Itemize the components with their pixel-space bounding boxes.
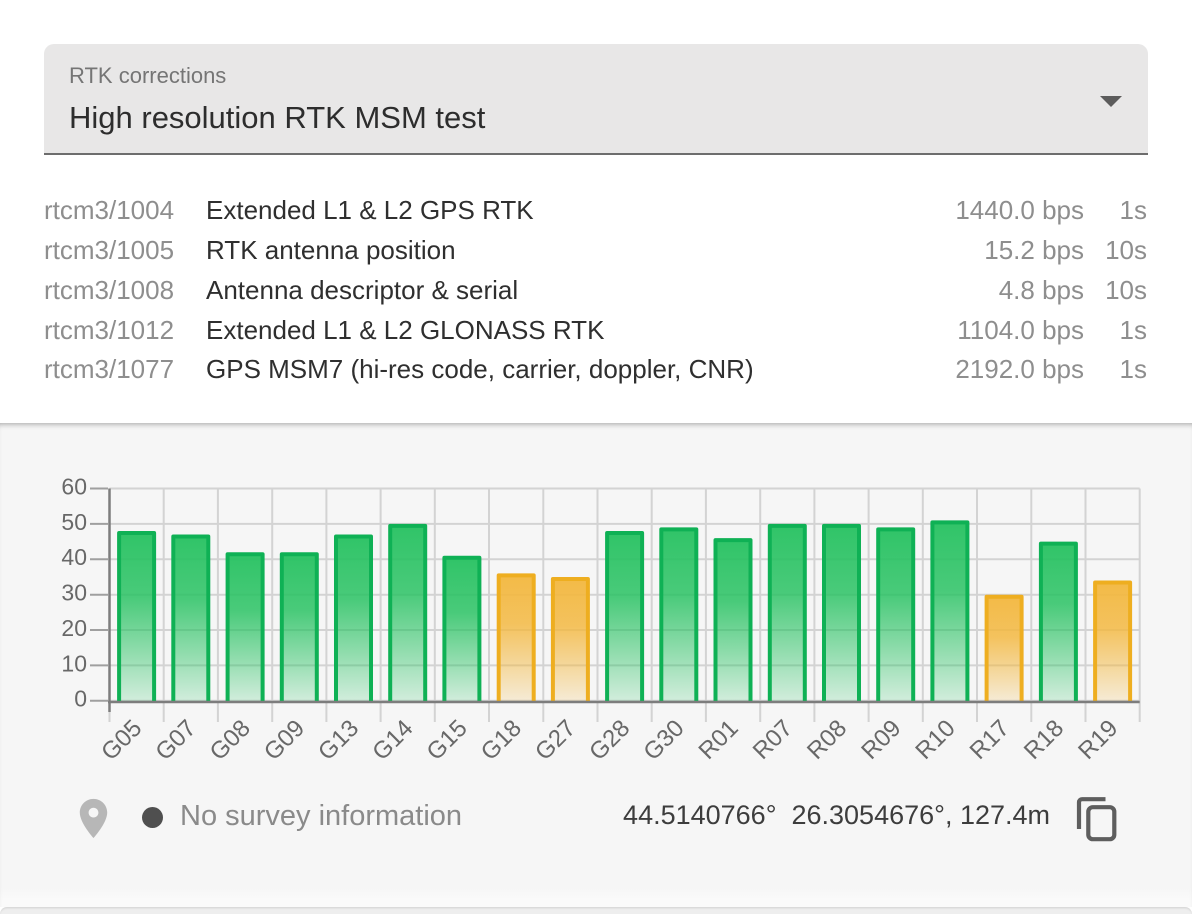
- svg-text:60: 60: [61, 473, 87, 499]
- svg-text:G09: G09: [259, 715, 310, 766]
- svg-text:20: 20: [61, 615, 87, 641]
- svg-text:R10: R10: [910, 715, 960, 765]
- svg-text:R19: R19: [1073, 715, 1123, 765]
- svg-text:G27: G27: [530, 715, 581, 766]
- svg-text:G30: G30: [638, 715, 689, 766]
- svg-text:R01: R01: [694, 715, 744, 765]
- svg-text:G07: G07: [150, 715, 201, 766]
- svg-text:G13: G13: [313, 715, 364, 766]
- svg-text:G18: G18: [476, 715, 527, 766]
- svg-text:R09: R09: [856, 715, 906, 765]
- svg-text:G28: G28: [584, 715, 635, 766]
- svg-text:40: 40: [61, 544, 87, 570]
- svg-text:10: 10: [61, 650, 87, 676]
- svg-text:30: 30: [61, 580, 87, 606]
- svg-text:R18: R18: [1019, 715, 1069, 765]
- svg-text:R07: R07: [748, 715, 798, 765]
- svg-text:0: 0: [74, 686, 87, 712]
- svg-text:G08: G08: [205, 715, 256, 766]
- svg-text:R17: R17: [965, 715, 1015, 765]
- svg-text:R08: R08: [802, 715, 852, 765]
- svg-text:G15: G15: [421, 715, 472, 766]
- svg-text:50: 50: [61, 509, 87, 535]
- svg-text:G14: G14: [367, 715, 418, 766]
- svg-text:G05: G05: [96, 715, 147, 766]
